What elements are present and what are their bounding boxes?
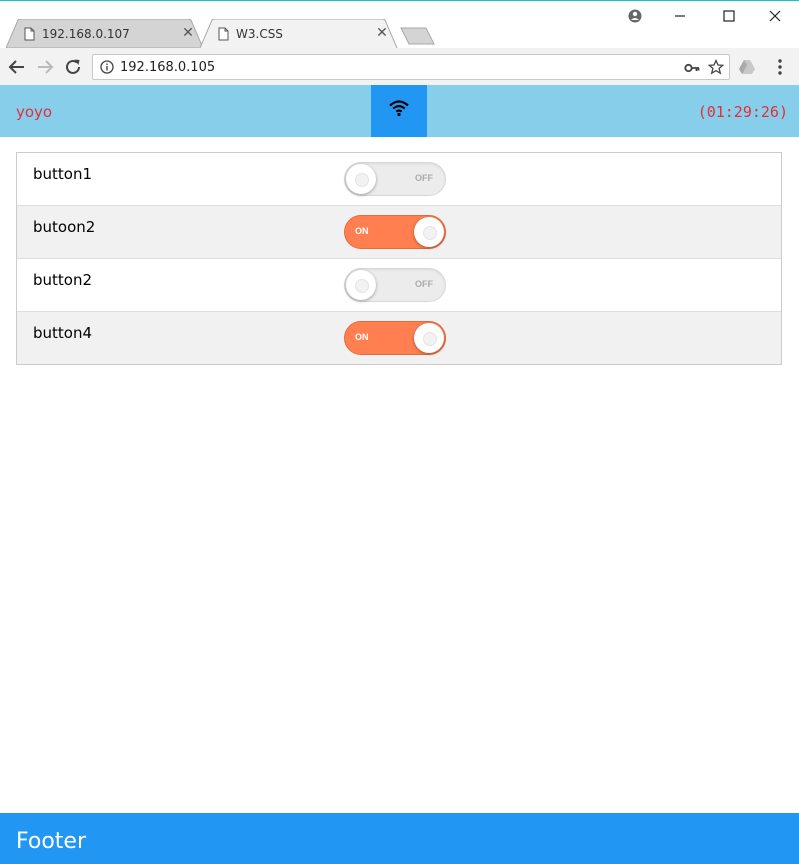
brand-label[interactable]: yoyo: [16, 103, 52, 121]
back-arrow-icon[interactable]: [6, 56, 28, 78]
address-bar[interactable]: 192.168.0.105: [92, 54, 730, 80]
toggle-switch[interactable]: ON: [344, 215, 446, 249]
toggle-switch[interactable]: OFF: [344, 162, 446, 196]
list-item: button1 OFF: [17, 153, 781, 206]
tab-title: 192.168.0.107: [42, 27, 130, 41]
page-icon: [218, 27, 229, 41]
toggle-switch[interactable]: OFF: [344, 268, 446, 302]
maximize-icon[interactable]: [713, 5, 743, 27]
page-icon: [24, 27, 35, 41]
tab-strip: 192.168.0.107 ✕ W3.CSS ✕: [0, 1, 799, 48]
wifi-icon: [389, 100, 409, 117]
row-label: button1: [33, 165, 93, 183]
url-text[interactable]: 192.168.0.105: [120, 60, 215, 75]
switch-knob[interactable]: [414, 323, 444, 353]
switch-state-text: OFF: [415, 173, 433, 183]
close-icon[interactable]: ✕: [374, 24, 390, 40]
new-tab-button[interactable]: [400, 27, 436, 45]
row-label: button4: [33, 324, 93, 342]
forward-arrow-icon[interactable]: [34, 56, 56, 78]
reload-icon[interactable]: [62, 56, 84, 78]
toggle-switch[interactable]: ON: [344, 321, 446, 355]
browser-toolbar: 192.168.0.105: [0, 48, 799, 86]
switch-knob[interactable]: [346, 270, 376, 300]
wifi-button[interactable]: [371, 85, 427, 137]
star-icon[interactable]: [708, 59, 724, 75]
tab-title: W3.CSS: [236, 27, 283, 41]
clock-text: (01:29:26): [697, 103, 788, 121]
info-icon[interactable]: [100, 60, 114, 74]
minimize-icon[interactable]: [665, 5, 695, 27]
browser-chrome: 192.168.0.107 ✕ W3.CSS ✕ 192.168.0.105: [0, 0, 799, 86]
switch-knob[interactable]: [414, 217, 444, 247]
tab-shape: [200, 19, 398, 48]
row-label: butoon2: [33, 218, 96, 236]
switch-knob[interactable]: [346, 164, 376, 194]
list-item: button2 OFF: [17, 259, 781, 312]
close-window-icon[interactable]: [760, 5, 790, 27]
row-label: button2: [33, 271, 93, 289]
profile-icon[interactable]: [622, 5, 652, 27]
drive-icon[interactable]: [738, 59, 756, 75]
menu-icon[interactable]: [773, 58, 787, 76]
top-bar: yoyo (01:29:26): [0, 85, 799, 137]
switch-list: button1 OFF butoon2 ON button2 OFF butto…: [16, 152, 782, 365]
close-icon[interactable]: ✕: [180, 24, 196, 40]
list-item: butoon2 ON: [17, 206, 781, 259]
switch-state-text: ON: [355, 332, 369, 342]
switch-state-text: OFF: [415, 279, 433, 289]
switch-state-text: ON: [355, 226, 369, 236]
tab-192-168-0-107[interactable]: 192.168.0.107 ✕: [6, 19, 204, 48]
tab-w3css[interactable]: W3.CSS ✕: [200, 19, 398, 48]
footer-text: Footer: [16, 829, 86, 854]
key-icon[interactable]: [684, 61, 700, 75]
footer: Footer: [0, 813, 799, 864]
list-item: button4 ON: [17, 312, 781, 364]
